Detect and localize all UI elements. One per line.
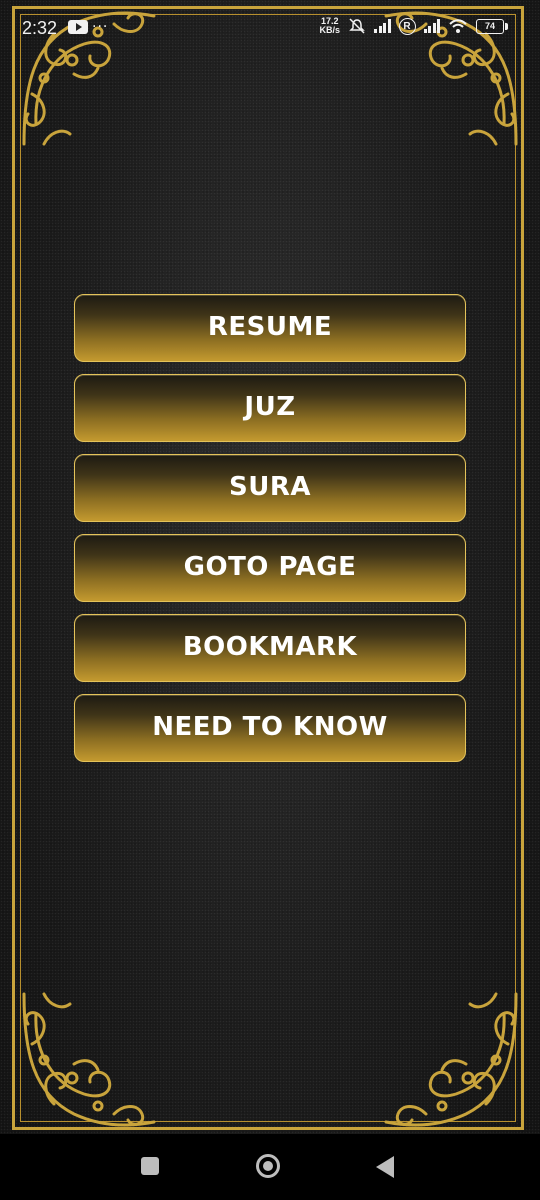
mute-icon	[349, 18, 365, 34]
wifi-icon	[449, 19, 467, 33]
goto-page-button[interactable]: GOTO PAGE	[74, 534, 466, 602]
signal-icon-2	[423, 19, 440, 33]
network-speed: 17.2 KB/s	[319, 17, 340, 35]
status-notification-icons: ···	[68, 20, 108, 34]
status-system-icons: 17.2 KB/s R 74	[319, 17, 508, 35]
main-menu: RESUME JUZ SURA GOTO PAGE BOOKMARK NEED …	[74, 294, 466, 762]
back-icon[interactable]	[376, 1156, 394, 1178]
network-speed-unit: KB/s	[319, 25, 340, 35]
bookmark-button[interactable]: BOOKMARK	[74, 614, 466, 682]
resume-button[interactable]: RESUME	[74, 294, 466, 362]
corner-ornament-bottom-right	[384, 992, 518, 1127]
app-screen: 2:32 ··· 17.2 KB/s R 74 RESUME JUZ SURA …	[0, 0, 540, 1200]
status-bar: 2:32 ··· 17.2 KB/s R 74	[0, 0, 540, 60]
need-to-know-button[interactable]: NEED TO KNOW	[74, 694, 466, 762]
status-time: 2:32	[22, 18, 58, 38]
more-notifications-icon: ···	[92, 19, 109, 35]
system-nav-bar	[0, 1134, 540, 1200]
juz-button[interactable]: JUZ	[74, 374, 466, 442]
youtube-icon	[68, 20, 88, 34]
signal-icon	[374, 19, 391, 33]
battery-icon: 74	[476, 18, 508, 34]
sura-button[interactable]: SURA	[74, 454, 466, 522]
corner-ornament-bottom-left	[22, 992, 156, 1127]
recents-icon[interactable]	[141, 1157, 159, 1175]
roaming-icon: R	[398, 17, 416, 35]
home-icon[interactable]	[256, 1154, 280, 1178]
